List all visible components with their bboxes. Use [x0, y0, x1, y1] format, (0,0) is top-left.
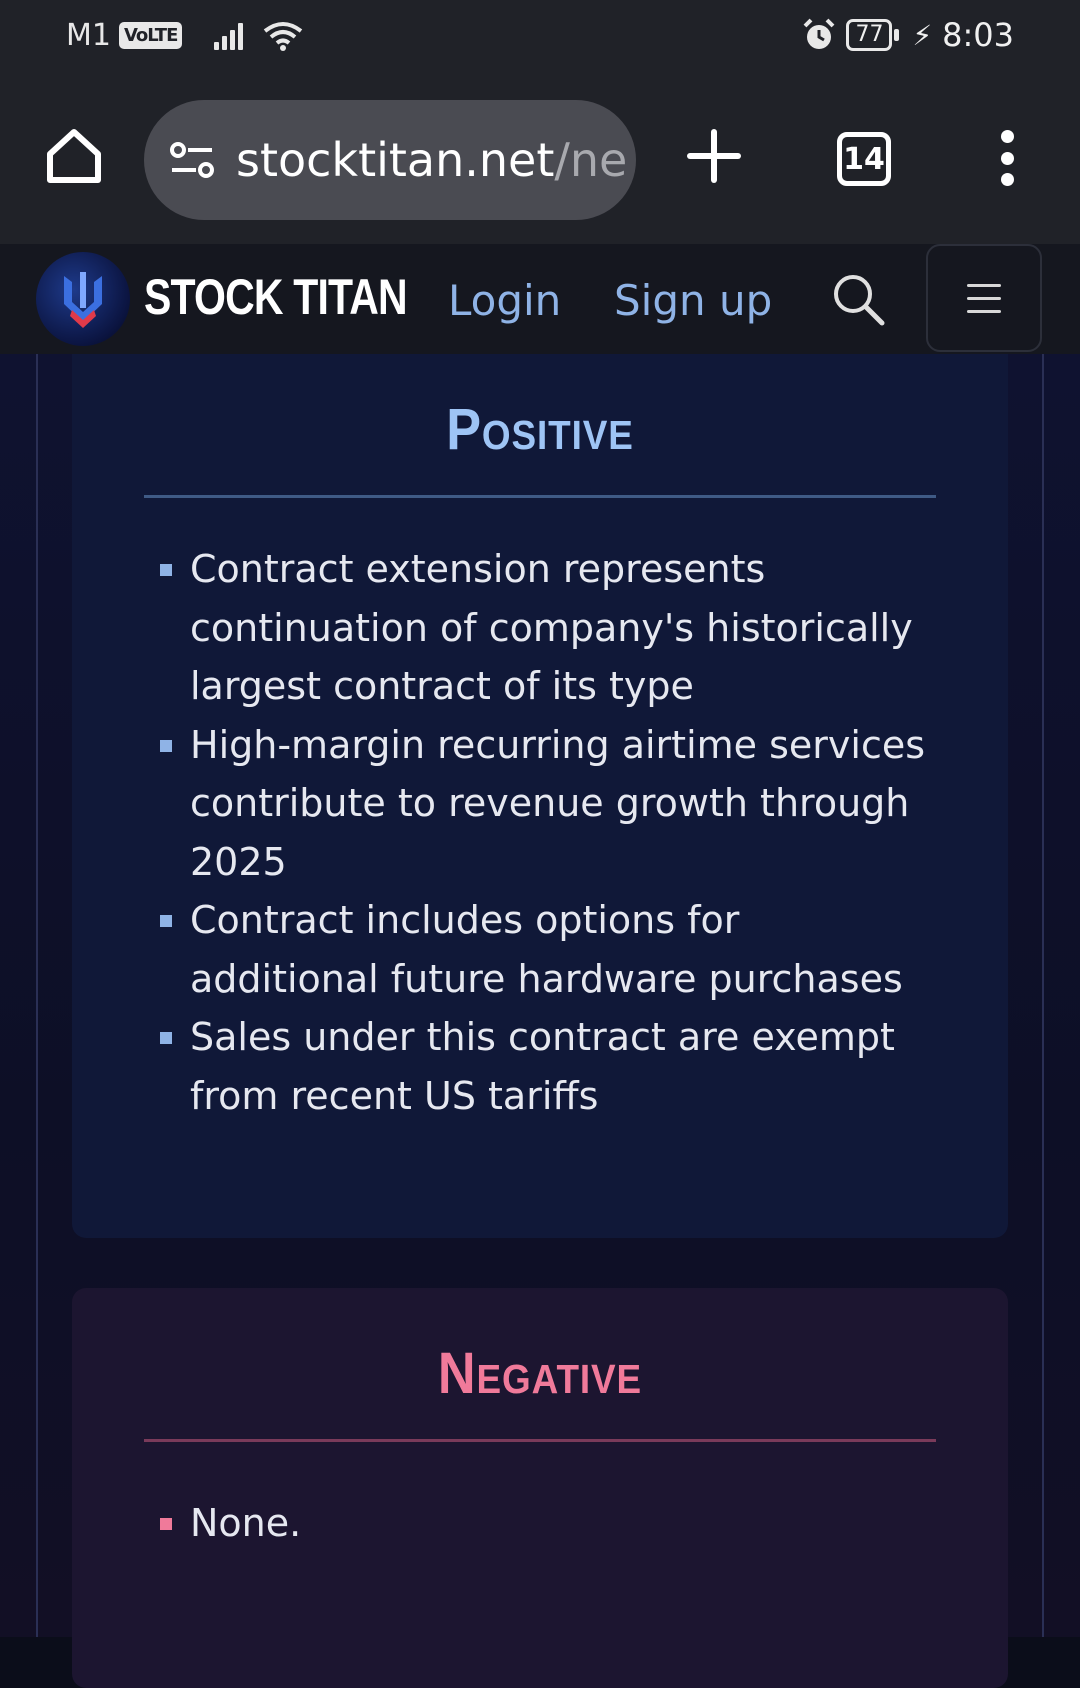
list-item: None.: [144, 1494, 936, 1553]
clock: 8:03: [942, 16, 1014, 54]
search-icon[interactable]: [830, 271, 886, 327]
negative-item-text: None.: [190, 1501, 302, 1545]
charging-icon: ⚡: [912, 18, 933, 52]
negative-card: Negative None.: [72, 1288, 1008, 1688]
positive-item-text: High-margin recurring airtime services c…: [190, 722, 926, 884]
negative-list: None.: [144, 1494, 936, 1553]
hamburger-icon[interactable]: [926, 244, 1042, 352]
positive-title: Positive: [446, 397, 634, 462]
carrier-label: M1: [66, 18, 111, 53]
negative-divider: [144, 1439, 936, 1442]
positive-item-text: Contract includes options for additional…: [190, 898, 903, 1001]
site-header: STOCK TITAN Login Sign up: [0, 244, 1080, 354]
url-domain: stocktitan.net: [236, 133, 555, 187]
brand-name[interactable]: STOCK TITAN: [144, 268, 408, 326]
signup-link[interactable]: Sign up: [614, 276, 772, 325]
positive-list: Contract extension represents continuati…: [144, 540, 936, 1125]
frame-border-right: [1042, 354, 1044, 1637]
positive-item-text: Contract extension represents continuati…: [190, 547, 913, 708]
bullet-icon: [160, 1032, 172, 1044]
list-item: Contract includes options for additional…: [144, 891, 936, 1008]
bullet-icon: [160, 739, 172, 752]
battery-icon: 77: [846, 19, 900, 51]
positive-divider: [144, 495, 936, 498]
more-icon[interactable]: [995, 130, 1019, 186]
url-text: stocktitan.net/ne: [236, 133, 627, 187]
bullet-icon: [160, 564, 172, 576]
tabs-icon[interactable]: 14: [837, 132, 891, 186]
wifi-icon: [264, 21, 303, 51]
status-left: M1 VoLTE: [66, 18, 303, 53]
list-item: Sales under this contract are exempt fro…: [144, 1008, 936, 1125]
login-link[interactable]: Login: [448, 276, 561, 325]
bullet-icon: [160, 915, 172, 927]
home-icon[interactable]: [42, 124, 106, 188]
positive-card: Positive Contract extension represents c…: [72, 354, 1008, 1238]
logo-icon[interactable]: [36, 252, 130, 346]
address-bar[interactable]: stocktitan.net/ne: [144, 100, 636, 220]
negative-title: Negative: [437, 1341, 643, 1406]
list-item: High-margin recurring airtime services c…: [144, 716, 936, 892]
list-item: Contract extension represents continuati…: [144, 540, 936, 716]
status-bar: M1 VoLTE 77 ⚡ 8:03: [0, 0, 1080, 80]
plus-icon[interactable]: [686, 128, 742, 184]
frame-border-left: [36, 354, 38, 1637]
browser-toolbar: stocktitan.net/ne 14: [0, 80, 1080, 244]
alarm-icon: [804, 18, 835, 49]
status-right: 77 ⚡ 8:03: [802, 16, 1014, 54]
volte-badge: VoLTE: [118, 22, 183, 49]
signal-icon: [214, 22, 244, 50]
url-path: /ne: [554, 133, 628, 187]
site-settings-icon[interactable]: [168, 140, 218, 180]
bullet-icon: [160, 1518, 172, 1530]
positive-item-text: Sales under this contract are exempt fro…: [190, 1015, 895, 1118]
